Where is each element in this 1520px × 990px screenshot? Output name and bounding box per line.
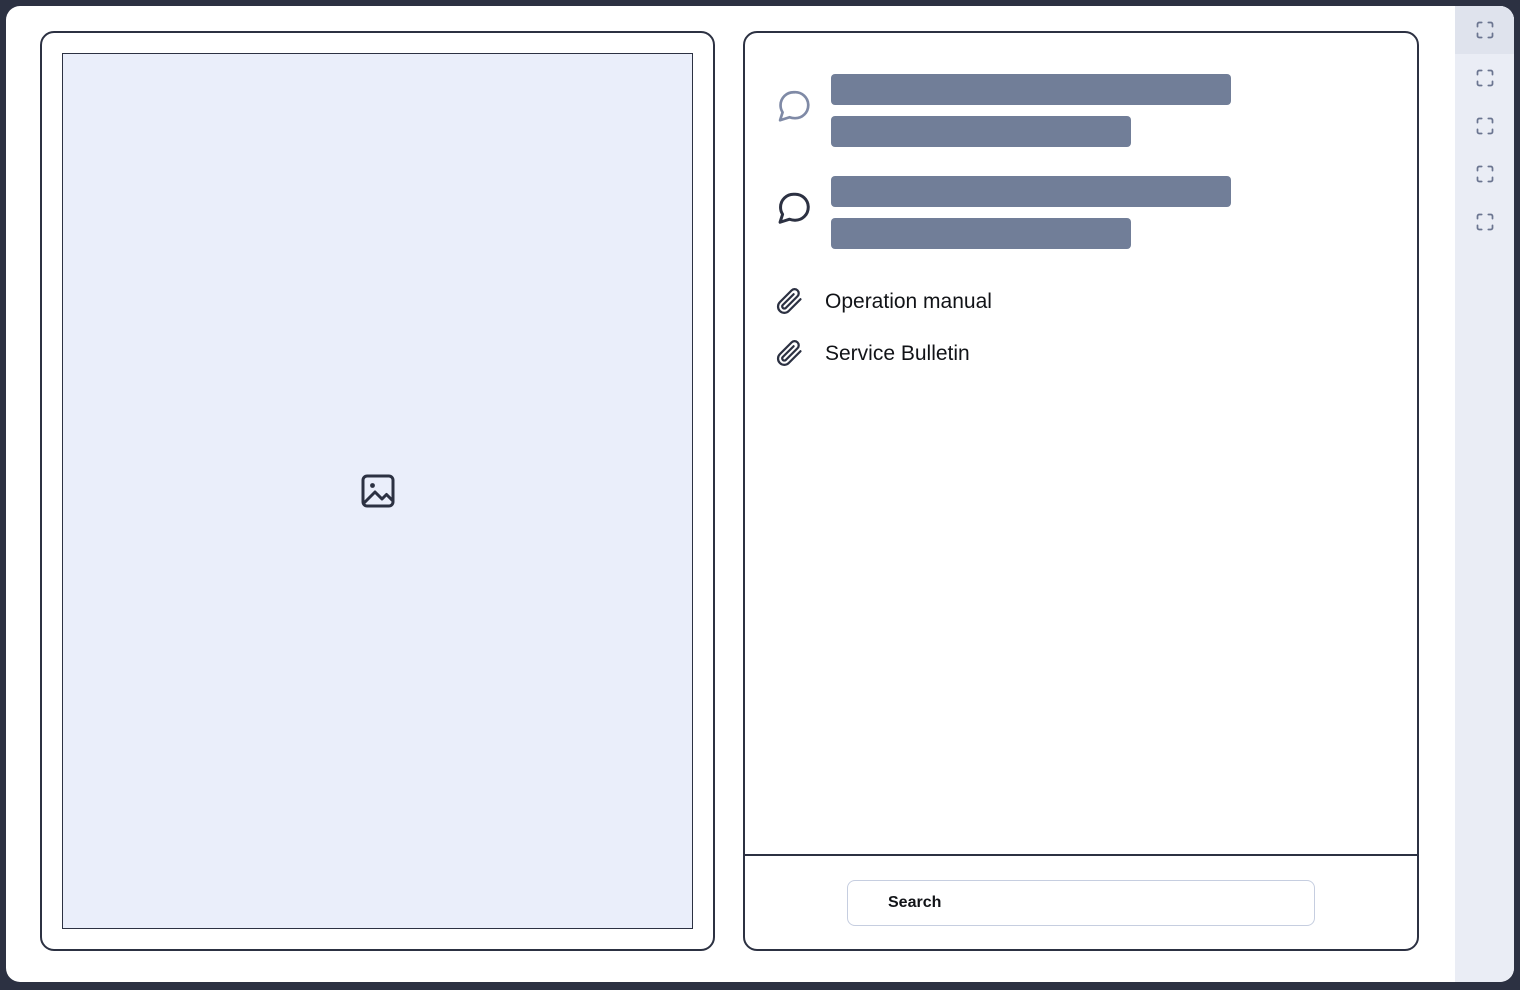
fullscreen-icon	[1475, 20, 1495, 40]
skeleton-line	[831, 116, 1131, 147]
attachment-item-operation-manual[interactable]: Operation manual	[775, 275, 1387, 327]
tool-strip-item-1[interactable]	[1455, 6, 1514, 54]
chat-bubble-icon	[775, 173, 813, 227]
paperclip-icon	[775, 338, 809, 368]
tool-strip-item-3[interactable]	[1455, 102, 1514, 150]
tool-strip	[1455, 6, 1514, 982]
tool-strip-item-5[interactable]	[1455, 198, 1514, 246]
details-footer: Search	[745, 854, 1417, 949]
attachment-item-service-bulletin[interactable]: Service Bulletin	[775, 327, 1387, 379]
attachment-label: Service Bulletin	[825, 341, 970, 365]
chat-bubble-icon	[775, 71, 813, 125]
details-body: Operation manual Service Bulletin	[745, 33, 1417, 854]
comment-skeleton-lines	[831, 173, 1231, 249]
workspace: Operation manual Service Bulletin Search	[6, 6, 1455, 982]
fullscreen-icon	[1475, 68, 1495, 88]
image-placeholder[interactable]	[62, 53, 693, 929]
image-viewer-card	[40, 31, 715, 951]
tool-strip-item-2[interactable]	[1455, 54, 1514, 102]
comment-skeleton-lines	[831, 71, 1231, 147]
skeleton-line	[831, 176, 1231, 207]
comment-row	[775, 71, 1387, 147]
comment-row	[775, 173, 1387, 249]
skeleton-line	[831, 218, 1131, 249]
paperclip-icon	[775, 286, 809, 316]
fullscreen-icon	[1475, 164, 1495, 184]
tool-strip-item-4[interactable]	[1455, 150, 1514, 198]
app-frame: Operation manual Service Bulletin Search	[0, 0, 1520, 990]
image-placeholder-icon	[358, 471, 398, 511]
page-surface: Operation manual Service Bulletin Search	[6, 6, 1514, 982]
attachment-list: Operation manual Service Bulletin	[775, 275, 1387, 379]
fullscreen-icon	[1475, 116, 1495, 136]
search-input[interactable]: Search	[847, 879, 1315, 926]
attachment-label: Operation manual	[825, 289, 992, 313]
details-card: Operation manual Service Bulletin Search	[743, 31, 1419, 951]
fullscreen-icon	[1475, 212, 1495, 232]
skeleton-line	[831, 74, 1231, 105]
